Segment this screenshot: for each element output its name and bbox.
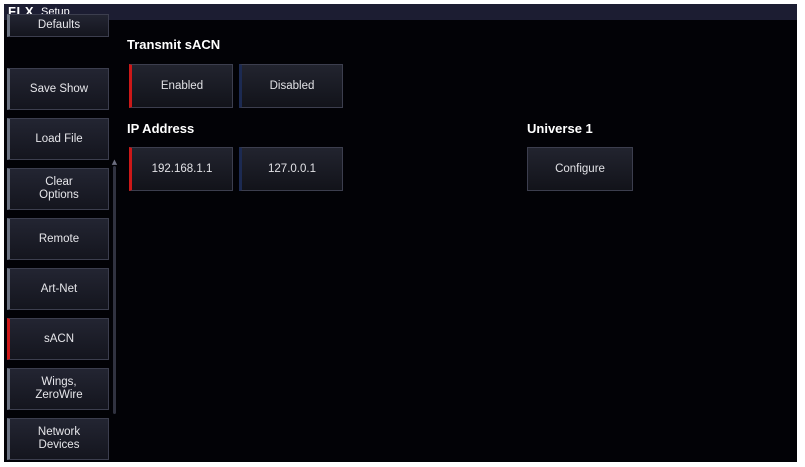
transmit-disabled-button[interactable]: Disabled	[239, 64, 343, 108]
sidebar-item-network-devices[interactable]: Network Devices	[7, 418, 109, 460]
sidebar-item-clear-options[interactable]: Clear Options	[7, 168, 109, 210]
sidebar-item-remote[interactable]: Remote	[7, 218, 109, 260]
sidebar-item-art-net[interactable]: Art-Net	[7, 268, 109, 310]
configure-button[interactable]: Configure	[527, 147, 633, 191]
sidebar-item-wings-zerowire[interactable]: Wings, ZeroWire	[7, 368, 109, 410]
ip-option-192-168-1-1[interactable]: 192.168.1.1	[129, 147, 233, 191]
sidebar-item-defaults[interactable]: Defaults	[7, 14, 109, 37]
transmit-sacn-label: Transmit sACN	[127, 37, 221, 52]
sidebar-item-load-file[interactable]: Load File	[7, 118, 109, 160]
sidebar-scrollbar[interactable]	[113, 166, 116, 414]
ip-address-label: IP Address	[127, 121, 195, 136]
universe-label: Universe 1	[527, 121, 593, 136]
transmit-enabled-button[interactable]: Enabled	[129, 64, 233, 108]
title-bar: FLX Setup	[4, 4, 797, 20]
setup-screen: FLX Setup Defaults Save Show Load File C…	[4, 4, 797, 462]
sidebar-item-save-show[interactable]: Save Show	[7, 68, 109, 110]
ip-option-127-0-0-1[interactable]: 127.0.0.1	[239, 147, 343, 191]
sidebar-item-sacn[interactable]: sACN	[7, 318, 109, 360]
scroll-up-icon[interactable]: ▲	[111, 158, 118, 166]
